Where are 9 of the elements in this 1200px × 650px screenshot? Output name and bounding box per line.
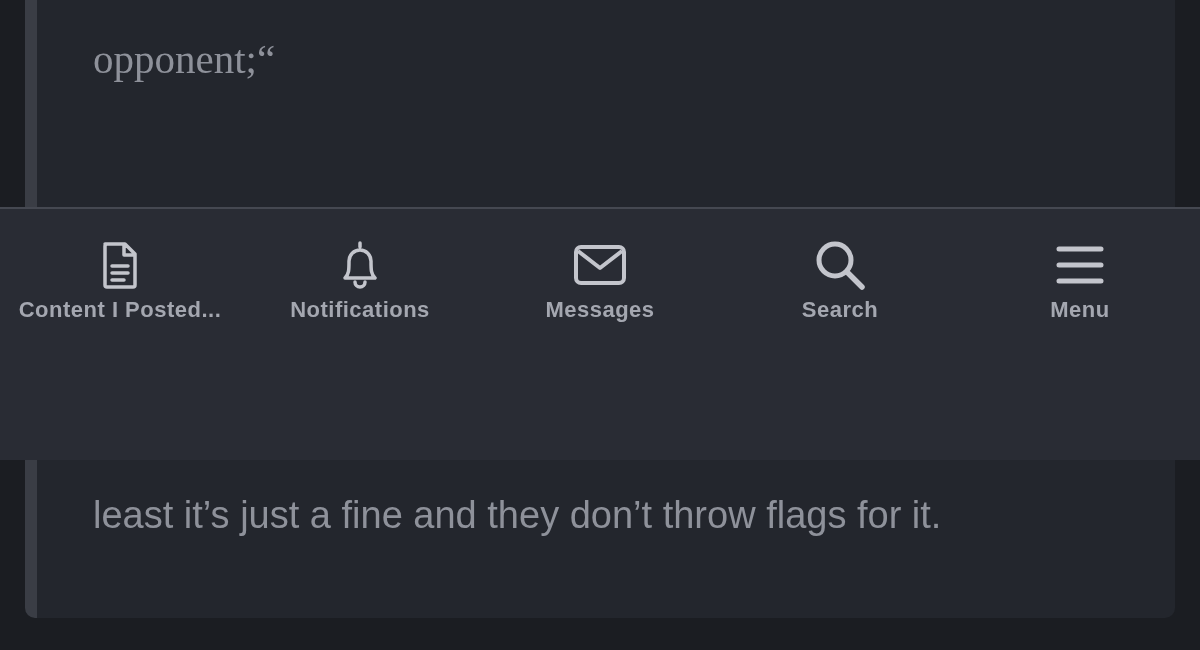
tab-button[interactable]: Notifications (240, 209, 480, 339)
search-icon (814, 239, 866, 291)
document-icon (100, 239, 140, 291)
tab-button[interactable]: Menu (960, 209, 1200, 339)
quote-text: least it’s just a fine and they don’t throw flags for it. (93, 493, 943, 538)
tab-button[interactable]: Content I Posted... (0, 209, 240, 339)
tab-button[interactable]: Search (720, 209, 960, 339)
tab-button[interactable]: Messages (480, 209, 720, 339)
quote-text: opponent;“ (93, 35, 277, 84)
